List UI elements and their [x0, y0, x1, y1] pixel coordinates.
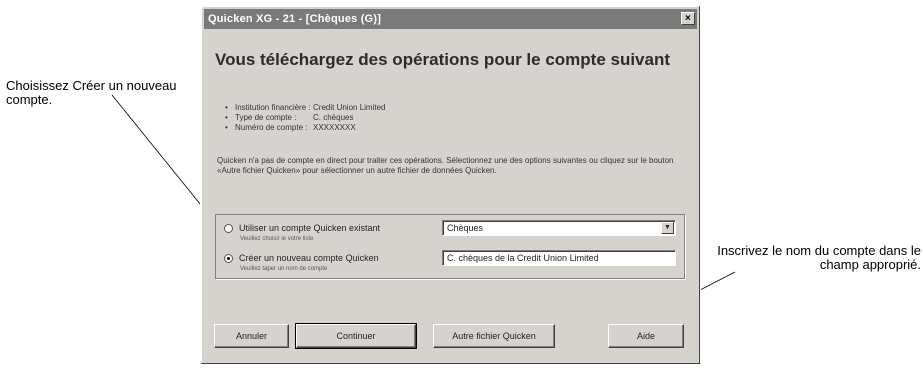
import-dialog: Quicken XG - 21 - [Chèques (G)] × Vous t…: [200, 5, 701, 365]
chevron-down-icon[interactable]: ▼: [661, 222, 674, 234]
info-row-account-type: • Type de compte : C. chèques: [225, 113, 354, 122]
option-new-label: Créer un nouveau compte Quicken: [239, 253, 379, 263]
cancel-button[interactable]: Annuler: [214, 324, 289, 348]
info-label: Institution financière :: [235, 103, 311, 112]
existing-account-value: Chèques: [447, 223, 484, 233]
option-new-hint: Veuillez taper un nom de compte: [240, 266, 328, 273]
info-label: Type de compte :: [235, 113, 297, 122]
annotation-right: Inscrivez le nom du compte dans le champ…: [717, 243, 921, 272]
close-icon[interactable]: ×: [681, 12, 695, 25]
dialog-title: Quicken XG - 21 - [Chèques (G)]: [208, 13, 382, 25]
info-value: Credit Union Limited: [313, 103, 386, 112]
info-value: XXXXXXXX: [313, 123, 356, 132]
annotation-left: Choisissez Créer un nouveau compte.: [6, 78, 177, 107]
dialog-heading: Vous téléchargez des opérations pour le …: [215, 50, 671, 69]
radio-new-account[interactable]: [224, 254, 233, 264]
option-existing-label: Utiliser un compte Quicken existant: [239, 223, 381, 233]
option-new-account[interactable]: Créer un nouveau compte Quicken Veuillez…: [224, 253, 379, 272]
help-button[interactable]: Aide: [608, 324, 684, 348]
other-quicken-file-button[interactable]: Autre fichier Quicken: [433, 324, 555, 348]
info-label: Numéro de compte :: [235, 123, 308, 132]
existing-account-select[interactable]: Chèques ▼: [442, 220, 676, 236]
continue-button[interactable]: Continuer: [295, 323, 417, 349]
dialog-titlebar: Quicken XG - 21 - [Chèques (G)] ×: [204, 9, 697, 29]
info-row-institution: • Institution financière : Credit Union Li…: [225, 103, 386, 112]
info-value: C. chèques: [313, 113, 354, 122]
instruction-text: Quicken n'a pas de compte en direct pour…: [217, 156, 674, 175]
new-account-name-input[interactable]: C. chèques de la Credit Union Limited: [442, 250, 676, 266]
radio-existing-account[interactable]: [224, 224, 233, 234]
option-existing-hint: Veuillez choisir le votre liste: [240, 236, 314, 243]
account-options-group: Utiliser un compte Quicken existant Veui…: [215, 214, 685, 279]
account-info-list: • Institution financière : Credit Union Li…: [225, 103, 385, 133]
option-existing-account[interactable]: Utiliser un compte Quicken existant Veui…: [224, 223, 380, 242]
info-row-account-number: • Numéro de compte : XXXXXXXX: [225, 123, 356, 132]
